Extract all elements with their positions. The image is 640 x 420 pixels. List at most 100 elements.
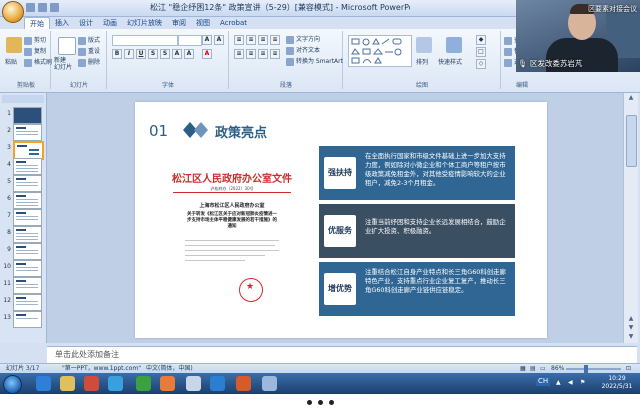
char-spacing-icon[interactable]: A bbox=[172, 49, 182, 59]
excel-icon[interactable] bbox=[136, 376, 151, 391]
slide-thumbnail[interactable]: 8 bbox=[1, 226, 45, 243]
shrink-font-icon[interactable]: A bbox=[214, 35, 224, 45]
tab-design[interactable]: 设计 bbox=[74, 17, 98, 29]
bullets-icon[interactable]: ≡ bbox=[234, 35, 244, 45]
flag-icon[interactable]: ⚑ bbox=[580, 378, 585, 388]
decrease-indent-icon[interactable]: ≡ bbox=[258, 35, 268, 45]
justify-icon[interactable]: ≡ bbox=[270, 49, 280, 59]
page-dot[interactable] bbox=[328, 400, 334, 405]
quick-styles-button[interactable]: 快速样式 bbox=[438, 57, 462, 66]
browser-icon[interactable] bbox=[108, 376, 123, 391]
prev-slide-icon[interactable]: ▲ bbox=[626, 315, 636, 323]
page-dot[interactable] bbox=[317, 400, 323, 405]
redo-icon[interactable] bbox=[50, 3, 59, 12]
tab-review[interactable]: 审阅 bbox=[167, 17, 191, 29]
shapes-gallery[interactable] bbox=[348, 35, 412, 67]
document-icon[interactable] bbox=[186, 376, 201, 391]
folder-icon[interactable] bbox=[60, 376, 75, 391]
layout-button[interactable]: 版式 bbox=[78, 35, 100, 45]
tab-view[interactable]: 视图 bbox=[191, 17, 215, 29]
tab-home[interactable]: 开始 bbox=[24, 17, 50, 29]
copy-button[interactable]: 复制 bbox=[24, 46, 46, 56]
office-button[interactable] bbox=[2, 1, 24, 23]
shadow-icon[interactable]: S bbox=[160, 49, 170, 59]
thumb-image bbox=[13, 277, 42, 294]
slide-thumbnail[interactable]: 5 bbox=[1, 175, 45, 192]
increase-indent-icon[interactable]: ≡ bbox=[270, 35, 280, 45]
panel-tabs[interactable] bbox=[2, 95, 44, 103]
input-language[interactable]: CH bbox=[536, 376, 551, 386]
arrange-button[interactable]: 排列 bbox=[416, 57, 428, 66]
network-icon[interactable]: ▲ bbox=[556, 378, 561, 388]
font-name-field[interactable] bbox=[112, 35, 178, 46]
shape-fill-icon[interactable]: ◆ bbox=[476, 35, 486, 45]
bold-icon[interactable]: B bbox=[112, 49, 122, 59]
media-icon[interactable] bbox=[84, 376, 99, 391]
editing-group-label: 编辑 bbox=[515, 82, 528, 89]
vertical-scrollbar[interactable]: ▲ ▲ ▼ ▼ bbox=[623, 93, 638, 343]
next-slide-icon[interactable]: ▼ bbox=[626, 324, 636, 332]
slide-thumbnail[interactable]: 9 bbox=[1, 243, 45, 260]
reset-button[interactable]: 重设 bbox=[78, 46, 100, 56]
text-direction-label: 文字方向 bbox=[296, 36, 321, 43]
numbering-icon[interactable]: ≡ bbox=[246, 35, 256, 45]
align-text-button[interactable]: 对齐文本 bbox=[286, 45, 320, 55]
drawing-group: 排列 快速样式 ◆ □ ◇ 绘图 bbox=[344, 31, 501, 89]
underline-icon[interactable]: U bbox=[136, 49, 146, 59]
format-painter-button[interactable]: 格式刷 bbox=[24, 57, 52, 67]
zoom-slider-handle[interactable] bbox=[584, 365, 588, 373]
paste-button[interactable]: 粘贴 bbox=[5, 57, 17, 66]
slide-thumbnail[interactable]: 13 bbox=[1, 311, 45, 328]
scroll-up-icon[interactable]: ▲ bbox=[626, 94, 636, 102]
slide-thumbnail[interactable]: 6 bbox=[1, 192, 45, 209]
meeting-icon[interactable] bbox=[210, 376, 225, 391]
thumb-number: 2 bbox=[7, 127, 11, 134]
ie-icon[interactable] bbox=[36, 376, 51, 391]
app-icon[interactable] bbox=[160, 376, 175, 391]
smartart-button[interactable]: 转换为 SmartArt bbox=[286, 56, 343, 66]
font-size-field[interactable] bbox=[178, 35, 202, 46]
scroll-thumb[interactable] bbox=[626, 115, 637, 167]
document-office: 上海市松江区人民政府办公室 bbox=[199, 203, 265, 209]
slide-thumbnail[interactable]: 4 bbox=[1, 158, 45, 175]
notes-pane[interactable]: 单击此处添加备注 bbox=[47, 346, 637, 363]
slide-thumbnail[interactable]: 12 bbox=[1, 294, 45, 311]
slide-thumbnail[interactable]: 1 bbox=[1, 107, 45, 124]
tab-insert[interactable]: 插入 bbox=[50, 17, 74, 29]
page-dot[interactable] bbox=[306, 400, 312, 405]
slide-thumbnail[interactable]: 2 bbox=[1, 124, 45, 141]
shape-effects-icon[interactable]: ◇ bbox=[476, 59, 486, 69]
highlight-block: 强扶持 在全面执行国家和市级文件基础上进一步加大支持力度，例如除对小微企业和个体… bbox=[319, 146, 515, 200]
cut-button[interactable]: 剪切 bbox=[24, 35, 46, 45]
tab-acrobat[interactable]: Acrobat bbox=[215, 17, 252, 29]
tab-animations[interactable]: 动画 bbox=[98, 17, 122, 29]
volume-icon[interactable]: ◀ bbox=[568, 378, 573, 388]
image-viewer-icon[interactable] bbox=[262, 376, 277, 391]
new-slide-button[interactable]: 新建 幻灯片 bbox=[54, 57, 72, 71]
shape-outline-icon[interactable]: □ bbox=[476, 47, 486, 57]
text-direction-button[interactable]: 文字方向 bbox=[286, 34, 320, 44]
powerpoint-icon[interactable] bbox=[236, 376, 251, 391]
slide-thumbnail[interactable]: 10 bbox=[1, 260, 45, 277]
align-center-icon[interactable]: ≡ bbox=[246, 49, 256, 59]
scroll-down-icon[interactable]: ▼ bbox=[626, 333, 636, 341]
zoom-slider[interactable] bbox=[566, 368, 621, 370]
slide-thumbnail[interactable]: 7 bbox=[1, 209, 45, 226]
slides-group: 新建 幻灯片 版式 重设 删除 幻灯片 bbox=[52, 31, 107, 89]
save-icon[interactable] bbox=[26, 3, 35, 12]
start-button[interactable] bbox=[3, 375, 22, 394]
change-case-icon[interactable]: A bbox=[184, 49, 194, 59]
slide-thumbnail[interactable]: 11 bbox=[1, 277, 45, 294]
italic-icon[interactable]: I bbox=[124, 49, 134, 59]
align-left-icon[interactable]: ≡ bbox=[234, 49, 244, 59]
undo-icon[interactable] bbox=[38, 3, 47, 12]
delete-slide-button[interactable]: 删除 bbox=[78, 57, 100, 67]
tab-slideshow[interactable]: 幻灯片放映 bbox=[122, 17, 167, 29]
slide-thumbnail[interactable]: 3 bbox=[1, 141, 45, 160]
align-right-icon[interactable]: ≡ bbox=[258, 49, 268, 59]
strikethrough-icon[interactable]: S bbox=[148, 49, 158, 59]
font-color-icon[interactable]: A bbox=[202, 49, 212, 59]
current-slide[interactable]: 01 政策亮点 松江区人民政府办公室文件 沪松府办〔2022〕30号 上海市松江… bbox=[135, 102, 547, 338]
grow-font-icon[interactable]: A bbox=[202, 35, 212, 45]
clock[interactable]: 10:29 2022/5/31 bbox=[596, 375, 638, 391]
